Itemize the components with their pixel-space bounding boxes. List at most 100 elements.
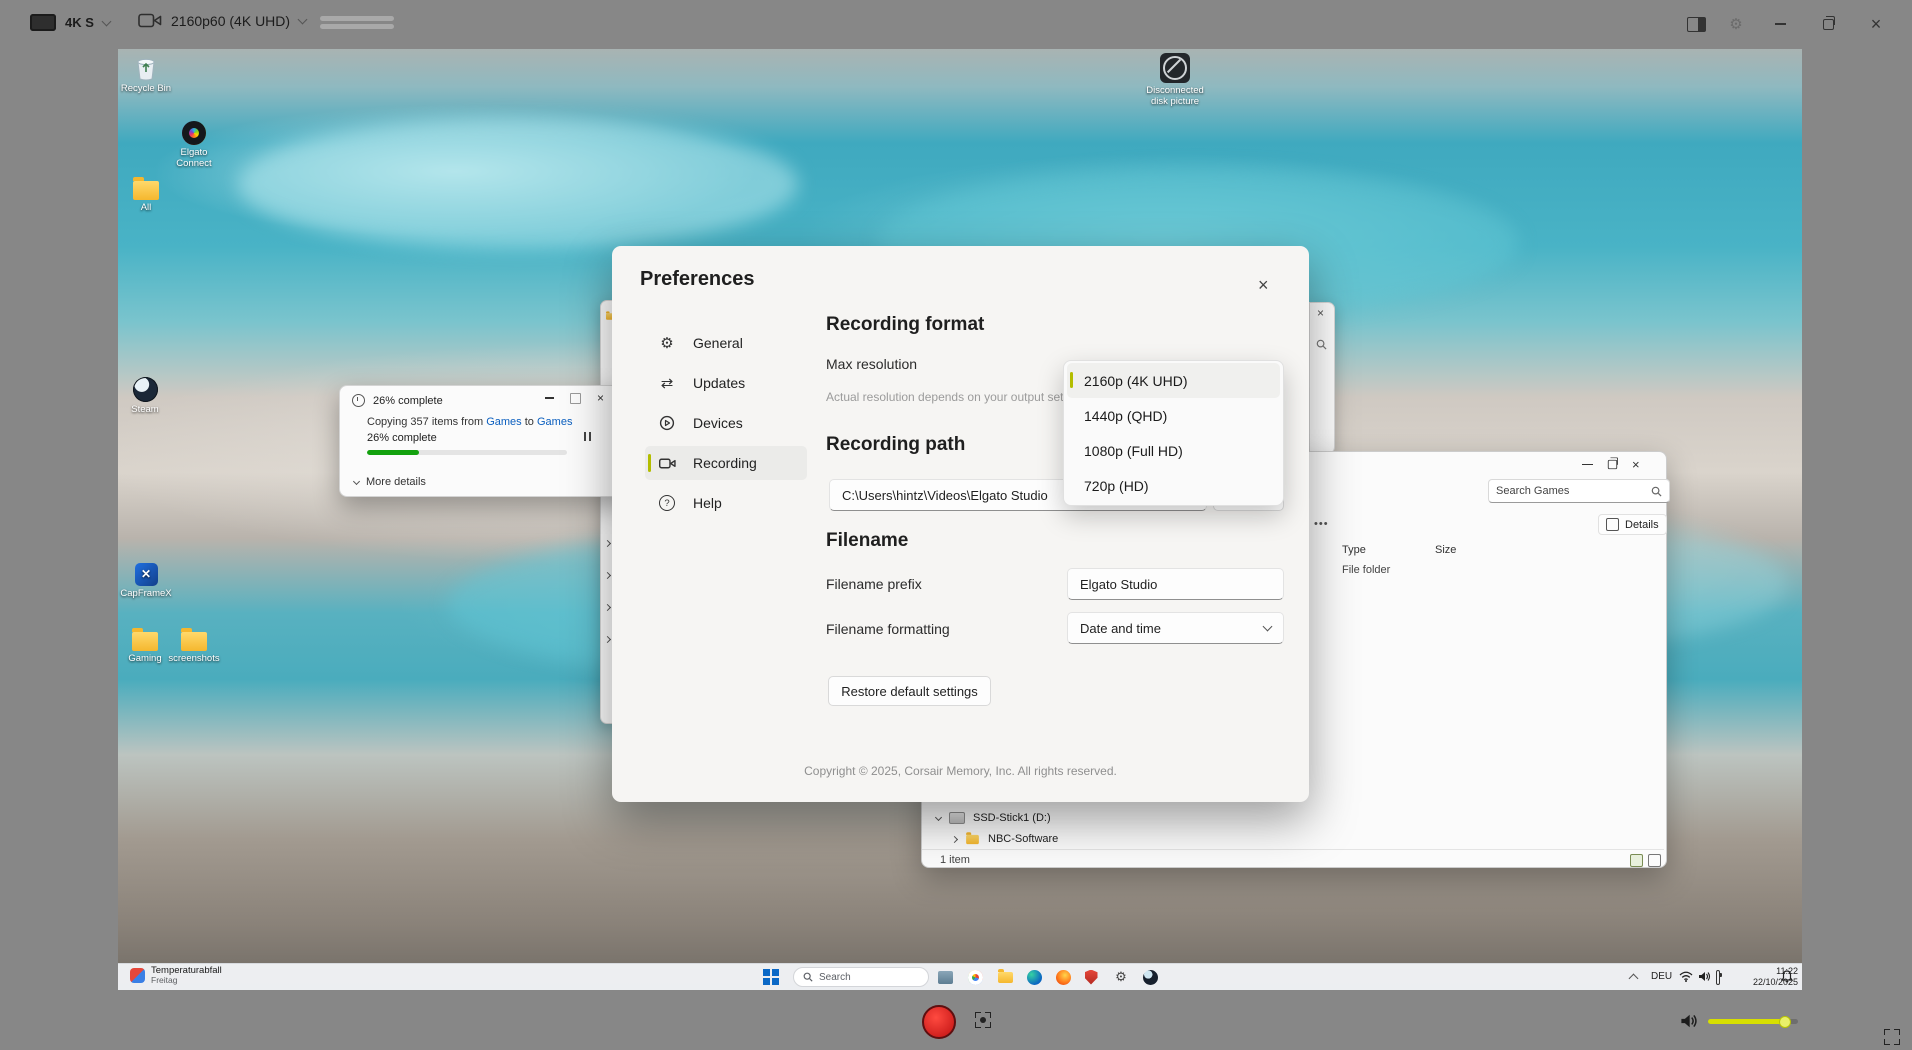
windows-logo-icon xyxy=(763,969,778,984)
taskbar-steam-icon[interactable] xyxy=(1140,967,1160,987)
column-header-size[interactable]: Size xyxy=(1435,544,1456,556)
minimize-icon[interactable] xyxy=(545,397,554,398)
taskbar-folder-icon[interactable] xyxy=(995,967,1015,987)
start-button[interactable] xyxy=(761,967,781,987)
details-view-button[interactable]: Details xyxy=(1598,514,1667,535)
help-icon: ? xyxy=(658,495,676,511)
copy-progress-bar xyxy=(367,450,567,455)
desktop-icon-screenshots[interactable]: screenshots xyxy=(164,632,224,665)
language-indicator[interactable]: DEU xyxy=(1651,971,1672,982)
taskbar-chrome-icon[interactable] xyxy=(965,967,985,987)
pause-button[interactable] xyxy=(584,432,591,441)
volume-thumb[interactable] xyxy=(1779,1016,1791,1028)
settings-button[interactable]: ⚙ xyxy=(1716,15,1756,33)
dialog-close-button[interactable]: × xyxy=(1258,276,1269,294)
desktop-icon-label: Elgato Connect xyxy=(164,148,224,170)
restore-defaults-button[interactable]: Restore default settings xyxy=(828,676,991,706)
capture-frame-button[interactable] xyxy=(975,1012,991,1028)
record-button[interactable] xyxy=(922,1005,956,1039)
device-circle-icon xyxy=(658,415,676,431)
format-label: 2160p60 (4K UHD) xyxy=(171,13,290,29)
file-type-cell: File folder xyxy=(1342,564,1390,576)
filename-formatting-value: Date and time xyxy=(1080,621,1161,636)
fullscreen-button[interactable] xyxy=(1884,1029,1900,1045)
restore-button[interactable] xyxy=(1804,19,1852,30)
capframex-icon: ✕ xyxy=(135,563,158,586)
resolution-option-1440p[interactable]: 1440p (QHD) xyxy=(1067,398,1280,433)
tree-item-folder[interactable]: NBC-Software xyxy=(952,833,1058,845)
toggle-sidebar-button[interactable] xyxy=(1676,17,1716,32)
recording-path-value: C:\Users\hintz\Videos\Elgato Studio xyxy=(842,488,1048,503)
sidebar-item-label: Help xyxy=(693,495,722,511)
audio-meter xyxy=(320,16,394,29)
sidebar-item-help[interactable]: ? Help xyxy=(645,486,807,520)
chevron-down-icon xyxy=(101,16,111,26)
destination-folder-link[interactable]: Games xyxy=(537,416,572,428)
taskbar-edge-icon[interactable] xyxy=(1024,967,1044,987)
battery-icon[interactable] xyxy=(1716,970,1720,985)
elgato-connect-icon xyxy=(182,121,206,145)
sidebar-item-general[interactable]: ⚙ General xyxy=(645,326,807,360)
minimize-icon xyxy=(1775,23,1786,24)
volume-speaker-icon[interactable] xyxy=(1680,1013,1698,1029)
filename-prefix-input[interactable]: Elgato Studio xyxy=(1067,568,1284,600)
chevron-right-icon xyxy=(604,636,611,643)
taskbar-security-shield-icon[interactable] xyxy=(1081,967,1101,987)
minimize-icon[interactable] xyxy=(1582,464,1593,465)
taskbar-search[interactable]: Search xyxy=(793,967,929,987)
format-selector[interactable]: 2160p60 (4K UHD) xyxy=(138,12,306,29)
filename-prefix-value: Elgato Studio xyxy=(1080,577,1157,592)
desktop-icon-all[interactable]: All xyxy=(118,181,176,214)
sidebar-item-updates[interactable]: ⇄ Updates xyxy=(645,366,807,400)
desktop-icon-steam[interactable]: Steam xyxy=(118,377,175,416)
taskbar-file-explorer-icon[interactable] xyxy=(935,967,955,987)
weather-widget[interactable]: Temperaturabfall Freitag xyxy=(130,966,222,986)
notification-bell-icon[interactable] xyxy=(1781,970,1793,983)
explorer-search-input[interactable]: Search Games xyxy=(1488,479,1670,503)
resolution-option-2160p[interactable]: 2160p (4K UHD) xyxy=(1067,363,1280,398)
column-header-type[interactable]: Type xyxy=(1342,544,1366,556)
tray-overflow-chevron[interactable] xyxy=(1629,974,1639,984)
more-actions-button[interactable]: ••• xyxy=(1314,518,1329,530)
copy-dialog-controls: × xyxy=(545,392,604,404)
source-folder-link[interactable]: Games xyxy=(486,416,521,428)
list-view-toggle-icon[interactable] xyxy=(1630,854,1643,867)
chevron-down-icon xyxy=(1263,622,1273,632)
capture-device-icon xyxy=(30,14,56,31)
sidebar-item-devices[interactable]: Devices xyxy=(645,406,807,440)
search-value: Search Games xyxy=(1496,485,1569,497)
desktop-icon-capframex[interactable]: ✕ CapFrameX xyxy=(118,563,176,600)
item-count: 1 item xyxy=(940,854,970,866)
wifi-icon[interactable] xyxy=(1679,971,1693,982)
taskbar-settings-gear-icon[interactable]: ⚙ xyxy=(1111,967,1131,987)
recycle-bin-icon xyxy=(134,55,158,81)
desktop-icon-elgato-connect[interactable]: Elgato Connect xyxy=(164,121,224,170)
more-details-toggle[interactable]: More details xyxy=(354,476,426,488)
desktop-icon-label: Gaming xyxy=(128,654,161,665)
maximize-icon[interactable] xyxy=(1608,460,1617,469)
close-button[interactable]: × xyxy=(1852,15,1900,33)
camera-icon xyxy=(658,457,676,470)
sidebar-item-recording[interactable]: Recording xyxy=(645,446,807,480)
resolution-option-1080p[interactable]: 1080p (Full HD) xyxy=(1067,433,1280,468)
grid-view-toggle-icon[interactable] xyxy=(1648,854,1661,867)
resolution-option-720p[interactable]: 720p (HD) xyxy=(1067,468,1280,503)
close-icon[interactable]: × xyxy=(1632,458,1640,471)
steam-icon xyxy=(133,377,158,402)
maximize-icon[interactable] xyxy=(570,393,581,404)
volume-slider[interactable] xyxy=(1708,1019,1798,1024)
close-icon[interactable]: × xyxy=(597,392,604,404)
desktop-icon-label: Recycle Bin xyxy=(121,84,171,95)
tree-folder-label: NBC-Software xyxy=(988,833,1058,845)
taskbar-firefox-icon[interactable] xyxy=(1053,967,1073,987)
clock-icon xyxy=(352,394,365,407)
device-selector[interactable]: 4K S xyxy=(30,14,110,31)
filename-formatting-select[interactable]: Date and time xyxy=(1067,612,1284,644)
minimize-button[interactable] xyxy=(1756,23,1804,24)
speaker-icon[interactable] xyxy=(1698,971,1711,982)
desktop-icon-disconnected-disk[interactable]: Disconnected disk picture xyxy=(1142,53,1208,108)
search-icon xyxy=(803,972,813,982)
desktop-icon-recycle-bin[interactable]: Recycle Bin xyxy=(118,55,176,95)
wallpaper-decor xyxy=(238,119,798,249)
tree-item-drive[interactable]: SSD-Stick1 (D:) xyxy=(936,812,1051,824)
